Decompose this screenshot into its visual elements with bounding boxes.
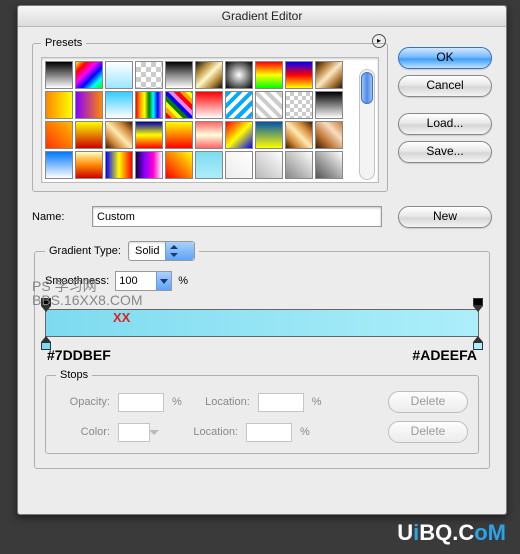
- color-stop-left[interactable]: [41, 336, 51, 348]
- preset-swatch[interactable]: [255, 121, 283, 149]
- preset-swatch[interactable]: [315, 91, 343, 119]
- gradient-type-value: Solid: [129, 245, 165, 257]
- gradient-bar-wrap: [45, 309, 479, 337]
- color-stop-right[interactable]: [473, 336, 483, 348]
- preset-swatch[interactable]: [255, 61, 283, 89]
- opacity-input: [118, 393, 164, 412]
- preset-swatch[interactable]: [135, 151, 163, 179]
- opacity-stop-right[interactable]: [473, 298, 483, 310]
- smoothness-input-wrap[interactable]: [115, 271, 172, 291]
- preset-swatch[interactable]: [225, 121, 253, 149]
- preset-swatch[interactable]: [75, 121, 103, 149]
- preset-swatch[interactable]: [195, 121, 223, 149]
- name-label: Name:: [32, 211, 82, 223]
- opacity-percent: %: [172, 396, 182, 408]
- opacity-stop-left[interactable]: [41, 298, 51, 310]
- preset-swatch[interactable]: [285, 61, 313, 89]
- smoothness-input[interactable]: [116, 272, 156, 290]
- preset-swatch[interactable]: [105, 91, 133, 119]
- stops-legend: Stops: [56, 369, 92, 381]
- stops-fieldset: Stops Opacity: % Location: % Delete Colo…: [45, 369, 479, 454]
- color-location-percent: %: [300, 426, 310, 438]
- name-row: Name: New: [32, 206, 492, 227]
- preset-swatch[interactable]: [255, 151, 283, 179]
- preset-swatch[interactable]: [225, 151, 253, 179]
- opacity-location-input: [258, 393, 304, 412]
- color-label: Color:: [56, 426, 110, 438]
- new-button[interactable]: New: [398, 206, 492, 228]
- preset-swatch[interactable]: [45, 91, 73, 119]
- preset-swatch[interactable]: [315, 121, 343, 149]
- gradient-bar[interactable]: [45, 309, 479, 337]
- presets-menu-icon[interactable]: ▸: [372, 34, 386, 48]
- opacity-location-percent: %: [312, 396, 322, 408]
- save-button[interactable]: Save...: [398, 141, 492, 163]
- gradient-type-label: Gradient Type:: [49, 245, 121, 257]
- preset-swatch[interactable]: [195, 151, 223, 179]
- presets-wrap: ▸ Presets: [32, 37, 388, 192]
- preset-swatch[interactable]: [75, 91, 103, 119]
- preset-swatch[interactable]: [105, 121, 133, 149]
- preset-swatch[interactable]: [225, 61, 253, 89]
- ok-button[interactable]: OK: [398, 47, 492, 69]
- preset-swatch[interactable]: [75, 151, 103, 179]
- preset-swatch[interactable]: [255, 91, 283, 119]
- preset-swatch[interactable]: [195, 61, 223, 89]
- hex-right: #ADEEFA: [412, 347, 477, 363]
- hex-left: #7DDBEF: [47, 347, 111, 363]
- gradient-editor-window: Gradient Editor ▸ Presets OK Cancel Load…: [17, 5, 507, 515]
- opacity-row: Opacity: % Location: % Delete: [56, 391, 468, 413]
- smoothness-label: Smoothness:: [45, 275, 109, 287]
- gradient-type-popup[interactable]: Solid: [128, 241, 195, 261]
- preset-swatch[interactable]: [165, 121, 193, 149]
- opacity-label: Opacity:: [56, 396, 110, 408]
- load-button[interactable]: Load...: [398, 113, 492, 135]
- smoothness-row: Smoothness: %: [45, 271, 479, 291]
- preset-swatch[interactable]: [135, 121, 163, 149]
- swatch-dropdown-icon: [149, 430, 159, 435]
- preset-swatch[interactable]: [315, 61, 343, 89]
- preset-swatch[interactable]: [45, 61, 73, 89]
- presets-scrollbar[interactable]: [359, 69, 375, 180]
- color-location-input: [246, 423, 292, 442]
- scrollbar-thumb[interactable]: [361, 72, 373, 104]
- color-location-label: Location:: [178, 426, 238, 438]
- presets-legend: Presets: [41, 37, 86, 49]
- opacity-location-label: Location:: [190, 396, 250, 408]
- window-title: Gradient Editor: [18, 6, 506, 27]
- opacity-delete-button: Delete: [388, 391, 468, 413]
- preset-swatch[interactable]: [315, 151, 343, 179]
- preset-swatch[interactable]: [45, 121, 73, 149]
- preset-swatch[interactable]: [285, 91, 313, 119]
- dialog-buttons: OK Cancel Load... Save...: [398, 47, 492, 163]
- preset-swatch[interactable]: [285, 151, 313, 179]
- color-delete-button: Delete: [388, 421, 468, 443]
- preset-swatch[interactable]: [165, 61, 193, 89]
- footer-logo: UBQ.C UiBQ.CoM: [397, 520, 506, 546]
- gradient-settings: Gradient Type: Solid Smoothness: %: [34, 241, 490, 469]
- preset-swatch[interactable]: [105, 61, 133, 89]
- color-row: Color: Location: % Delete: [56, 421, 468, 443]
- presets-grid[interactable]: [41, 57, 379, 183]
- preset-swatch[interactable]: [195, 91, 223, 119]
- name-input[interactable]: [92, 206, 382, 227]
- preset-swatch[interactable]: [135, 61, 163, 89]
- preset-swatch[interactable]: [165, 151, 193, 179]
- preset-swatch[interactable]: [225, 91, 253, 119]
- presets-fieldset: Presets: [32, 37, 388, 192]
- popup-arrows-icon: [165, 242, 194, 260]
- window-content: ▸ Presets OK Cancel Load... Save... Name…: [18, 27, 506, 479]
- preset-swatch[interactable]: [75, 61, 103, 89]
- preset-swatch[interactable]: [105, 151, 133, 179]
- preset-swatch[interactable]: [45, 151, 73, 179]
- dropdown-arrow-icon[interactable]: [156, 272, 171, 290]
- preset-swatch[interactable]: [135, 91, 163, 119]
- color-swatch: [118, 423, 150, 442]
- hex-labels: #7DDBEF #ADEEFA: [47, 347, 477, 363]
- preset-swatch[interactable]: [165, 91, 193, 119]
- percent-label: %: [178, 275, 188, 287]
- preset-swatch[interactable]: [285, 121, 313, 149]
- cancel-button[interactable]: Cancel: [398, 75, 492, 97]
